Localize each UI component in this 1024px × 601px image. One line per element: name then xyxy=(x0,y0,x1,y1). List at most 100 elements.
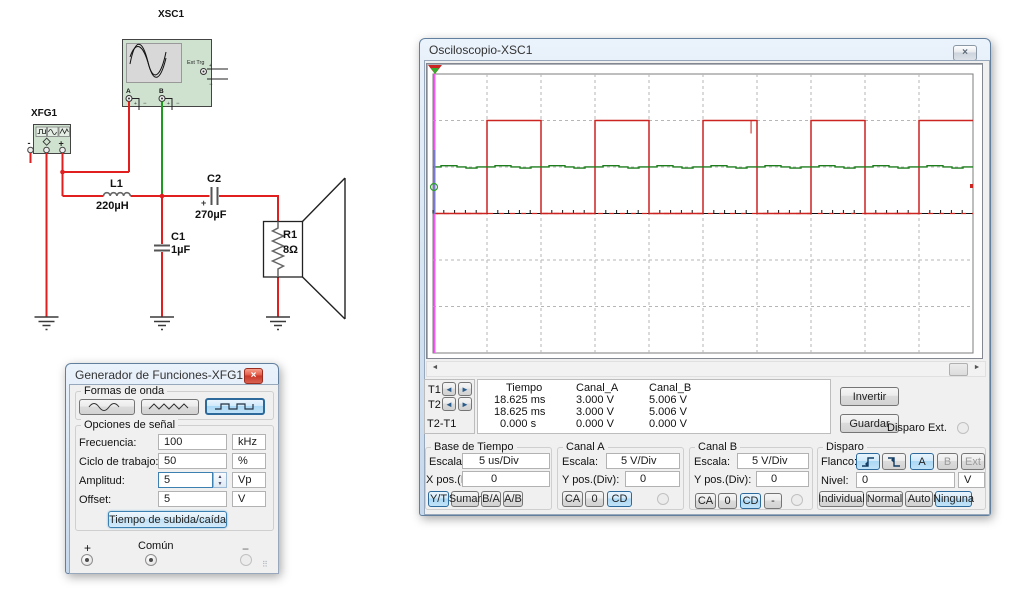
mode-ba-button[interactable]: B/A xyxy=(481,491,501,507)
trigger-source-ext-button[interactable]: Ext xyxy=(961,453,985,470)
xfg-minus-terminal[interactable] xyxy=(28,147,34,153)
t2-right-button[interactable]: ► xyxy=(458,397,472,411)
oscilloscope-icon[interactable]: Ext Trg + − A B + − + − xyxy=(123,40,229,111)
falling-edge-icon xyxy=(887,456,902,468)
trigger-source-b-button[interactable]: B xyxy=(937,453,958,470)
amplitude-unit: Vp xyxy=(232,472,266,488)
frequency-input[interactable]: 100 xyxy=(158,434,227,450)
multisim-workspace: XSC1 XFG1 Ext Trg + − A B + − + − xyxy=(0,0,1024,601)
t1-left-button[interactable]: ◄ xyxy=(442,382,456,396)
duty-cycle-unit: % xyxy=(232,453,266,469)
mode-sumar-button[interactable]: Sumar xyxy=(451,491,479,507)
spinner-down-icon[interactable]: ▼ xyxy=(218,481,223,487)
channel-a-group-title: Canal A xyxy=(563,441,608,453)
resize-grip[interactable]: ⠿ xyxy=(262,560,272,570)
channel-b-scale-label: Escala: xyxy=(694,456,730,468)
trigger-rising-edge-button[interactable] xyxy=(856,453,880,470)
trigger-ninguna-button[interactable]: Ninguna xyxy=(935,491,972,507)
capacitor-c2[interactable]: + xyxy=(201,187,218,208)
c1-name: C1 xyxy=(171,231,185,243)
trigger-level-marker[interactable] xyxy=(970,184,973,188)
t2-t1-time: 0.000 s xyxy=(500,418,536,430)
mode-ab-button[interactable]: A/B xyxy=(503,491,523,507)
trigger-auto-button[interactable]: Auto xyxy=(905,491,933,507)
channel-a-scale-input[interactable]: 5 V/Div xyxy=(606,453,680,469)
channel-b-cd-button[interactable]: CD xyxy=(740,493,761,509)
scroll-left-arrow[interactable]: ◄ xyxy=(429,362,441,375)
inductor-l1[interactable] xyxy=(104,193,131,196)
function-generator-close-button[interactable]: × xyxy=(244,368,263,384)
t2-t1-label: T2-T1 xyxy=(427,418,456,430)
trigger-normal-button[interactable]: Normal xyxy=(866,491,903,507)
b-plus-sign: + xyxy=(167,101,170,107)
channel-a-ca-button[interactable]: CA xyxy=(562,491,583,507)
channel-a-probe-radio[interactable] xyxy=(657,493,669,505)
mode-yt-button[interactable]: Y/T xyxy=(428,491,449,507)
channel-b-ca-button[interactable]: CA xyxy=(695,493,716,509)
trigger-group-title: Disparo xyxy=(823,441,867,453)
xfg-common-terminal[interactable] xyxy=(44,147,50,153)
rise-fall-time-button[interactable]: Tiempo de subida/caída xyxy=(108,511,227,528)
t2-t1-canal-a: 0.000 V xyxy=(576,418,614,430)
minus-terminal-radio[interactable] xyxy=(240,554,252,566)
speaker-r1[interactable] xyxy=(264,178,346,319)
duty-cycle-input[interactable]: 50 xyxy=(158,453,227,469)
ground-c1[interactable] xyxy=(150,317,174,330)
timebase-scale-input[interactable]: 5 us/Div xyxy=(462,453,550,469)
ground-r1[interactable] xyxy=(266,317,290,330)
scroll-right-arrow[interactable]: ► xyxy=(971,362,983,375)
channel-b-ypos-input[interactable]: 0 xyxy=(756,471,809,487)
xfg-plus-terminal[interactable] xyxy=(60,147,66,153)
speaker-cone xyxy=(303,178,346,319)
invert-button[interactable]: Invertir xyxy=(840,387,899,406)
amplitude-input[interactable]: 5 xyxy=(158,472,213,488)
plus-terminal-radio[interactable] xyxy=(81,554,93,566)
trigger-source-a-button[interactable]: A xyxy=(910,453,934,470)
function-generator-icon[interactable]: - + xyxy=(28,125,71,154)
t2-left-button[interactable]: ◄ xyxy=(442,397,456,411)
capacitor-c1[interactable] xyxy=(154,246,170,251)
function-generator-title: Generador de Funciones-XFG1 xyxy=(75,368,243,382)
square-wave-button[interactable] xyxy=(205,398,265,415)
channel-b-0-button[interactable]: 0 xyxy=(718,493,737,509)
offset-input[interactable]: 5 xyxy=(158,491,227,507)
amplitude-spinner[interactable]: ▲▼ xyxy=(213,472,227,488)
channel-a-0-button[interactable]: 0 xyxy=(585,491,604,507)
sine-wave-button[interactable] xyxy=(79,399,135,415)
ext-trigger-radio[interactable] xyxy=(957,422,969,434)
cursor-selector-panel: T1 ◄ ► T2 ◄ ► T2-T1 xyxy=(424,379,475,434)
triangle-wave-button[interactable] xyxy=(141,399,199,415)
trigger-individual-button[interactable]: Individual xyxy=(819,491,864,507)
channel-b-scale-input[interactable]: 5 V/Div xyxy=(737,453,809,469)
square-wave-icon xyxy=(213,401,257,412)
ext-plus-sign: + xyxy=(209,63,212,69)
scroll-thumb[interactable] xyxy=(949,363,968,376)
channel-a-cd-button[interactable]: CD xyxy=(607,491,632,507)
duty-cycle-label: Ciclo de trabajo: xyxy=(79,456,159,468)
oscilloscope-close-button[interactable]: × xyxy=(953,45,977,61)
wire-c2-to-r1[interactable] xyxy=(219,196,278,222)
function-generator-dialog[interactable]: Generador de Funciones-XFG1 × Formas de … xyxy=(65,363,279,574)
channel-a-ypos-input[interactable]: 0 xyxy=(625,471,680,487)
oscilloscope-window[interactable]: Osciloscopio-XSC1 × ◄ ► T1 ◄ xyxy=(419,38,991,516)
trigger-falling-edge-button[interactable] xyxy=(882,453,906,470)
scope-ext-terminal-dot xyxy=(203,71,205,73)
junction-dot-2 xyxy=(160,194,165,199)
spinner-up-icon[interactable]: ▲ xyxy=(218,474,223,480)
t2-label: T2 xyxy=(428,399,441,411)
channel-b-minus-button[interactable]: - xyxy=(764,493,782,509)
scope-h-scrollbar[interactable]: ◄ ► xyxy=(426,361,986,377)
channel-b-terminal-label: B xyxy=(159,88,164,95)
common-terminal-radio[interactable] xyxy=(145,554,157,566)
l1-value: 220µH xyxy=(96,200,129,212)
trigger-level-input[interactable]: 0 xyxy=(856,472,955,488)
t2-canal-a: 3.000 V xyxy=(576,406,614,418)
scope-display xyxy=(427,64,982,358)
t1-right-button[interactable]: ► xyxy=(458,382,472,396)
timebase-xpos-input[interactable]: 0 xyxy=(462,471,550,487)
waveforms-group-title: Formas de onda xyxy=(81,385,167,397)
channel-b-probe-radio[interactable] xyxy=(791,494,803,506)
cursor-t2-handle[interactable] xyxy=(431,68,439,74)
ground-xfg[interactable] xyxy=(35,317,59,330)
oscilloscope-titlebar[interactable] xyxy=(420,39,992,60)
